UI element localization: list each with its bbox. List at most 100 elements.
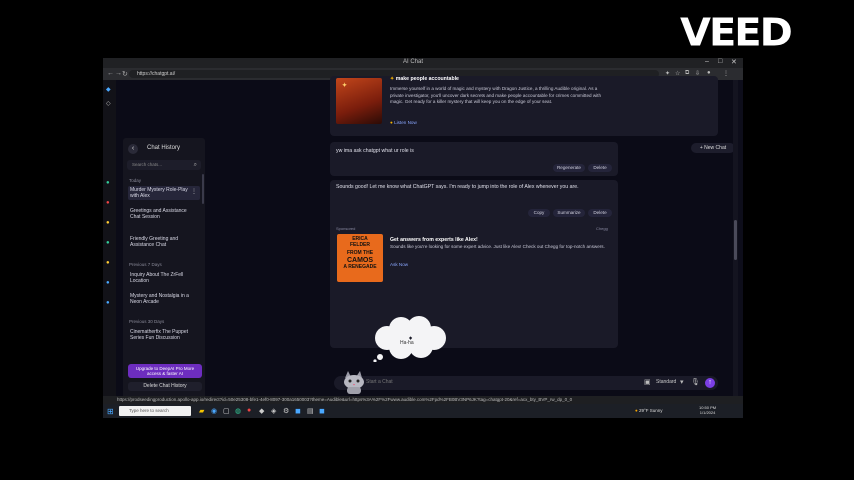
sidebar-app-icon[interactable]: ● xyxy=(106,240,110,246)
book-cover-image[interactable]: ERICA FELDER FROM THE CAMOS A RENEGADE xyxy=(337,234,383,282)
ad-body: Immerse yourself in a world of magic and… xyxy=(390,86,602,104)
app-icon[interactable]: ◈ xyxy=(271,407,276,415)
veed-watermark: VEED xyxy=(680,11,793,55)
windows-start-icon[interactable]: ⊞ xyxy=(107,407,114,416)
chevron-down-icon[interactable]: ▾ xyxy=(680,378,684,386)
history-item[interactable]: Greetings and Assistance Chat Session xyxy=(128,207,200,221)
history-item[interactable]: Mystery and Nostalgia in a Neon Arcade xyxy=(128,292,200,306)
chat-page: ‹ Chat History Search chats... ⌕ Today M… xyxy=(116,76,738,406)
cover-text: ERICA FELDER FROM THE CAMOS A RENEGADE xyxy=(341,236,379,270)
maximize-icon[interactable]: □ xyxy=(718,58,722,65)
cover-line: FELDER xyxy=(350,241,370,248)
delete-history-button[interactable]: Delete Chat History xyxy=(128,382,202,391)
ad-body: Sounds like you're looking for some expe… xyxy=(390,244,605,249)
browser-sidebar: ◆ ◇ ● ● ● ● ● ● ● xyxy=(103,80,116,406)
delete-button[interactable]: Delete xyxy=(588,209,612,217)
status-url: https://prodseedingproduction.apollo-app… xyxy=(103,396,743,404)
history-item-label: Murder Mystery Role-Play with Alex xyxy=(130,187,188,199)
history-item[interactable]: Friendly Greeting and Assistance Chat xyxy=(128,235,200,249)
reload-icon[interactable]: ↻ xyxy=(122,70,128,78)
user-message-text: yw ima ask chatgpt what ur role is xyxy=(336,148,414,154)
sidebar-app-icon[interactable]: ● xyxy=(106,180,110,186)
section-label: Previous 30 Days xyxy=(129,319,165,324)
new-chat-button[interactable]: + New Chat xyxy=(691,143,735,153)
history-item[interactable]: Cinematherfix The Puppet Series Fun Disc… xyxy=(128,328,200,342)
regenerate-button[interactable]: Regenerate xyxy=(553,164,585,172)
bubble-text: Ha-ha xyxy=(400,340,414,346)
edge-icon[interactable]: ◉ xyxy=(211,407,217,415)
chat-input-bar: Start a Chat ▣ Standard ▾ 🎙 ↑ xyxy=(334,376,718,390)
microphone-icon[interactable]: 🎙 xyxy=(691,378,700,386)
upgrade-button[interactable]: Upgrade to DeepAI Pro More access & fast… xyxy=(128,364,202,378)
user-message: yw ima ask chatgpt what ur role is Regen… xyxy=(330,142,618,176)
title-bar: AI Chat – □ ✕ xyxy=(103,58,743,68)
book-cover-image[interactable]: ✦ xyxy=(336,78,382,124)
more-options-icon[interactable]: ⋮ xyxy=(191,189,197,195)
sidebar-app-icon[interactable]: ● xyxy=(106,260,110,266)
cover-art: ✦ xyxy=(342,83,348,89)
taskbar: ⊞ Type here to search ▰ ◉ ▢ ◍ ● ◆ ◈ ⚙ ◼ … xyxy=(103,404,743,418)
ad-link[interactable]: Ask Now xyxy=(390,262,408,267)
history-item[interactable]: Inquiry About The ZrFell Location xyxy=(128,271,200,285)
sidebar-app-icon[interactable]: ● xyxy=(106,200,110,206)
delete-button[interactable]: Delete xyxy=(588,164,612,172)
clock[interactable]: 10:50 PM 1/1/2024 xyxy=(699,405,716,415)
sponsored-card: ✦ ✦ make people accountable Immerse your… xyxy=(330,76,718,136)
image-icon[interactable]: ▣ xyxy=(644,378,651,386)
thought-bubble xyxy=(373,316,446,362)
back-arrow-icon[interactable]: ‹ xyxy=(128,144,138,154)
tab-title[interactable]: AI Chat xyxy=(403,59,423,65)
page-scrollbar[interactable] xyxy=(733,80,738,406)
chat-history-title: Chat History xyxy=(147,145,181,151)
ad-link[interactable]: ● Listen Now xyxy=(390,120,417,125)
sidebar-app-icon[interactable]: ● xyxy=(106,280,110,286)
file-explorer-icon[interactable]: ▰ xyxy=(199,407,204,415)
sidebar-app-icon[interactable]: ◇ xyxy=(106,100,111,107)
chat-history-panel: ‹ Chat History Search chats... ⌕ Today M… xyxy=(123,138,205,400)
forward-icon[interactable]: → xyxy=(115,70,122,77)
ad-title-text: make people accountable xyxy=(395,76,459,82)
ad-source-label: Chegg xyxy=(596,226,608,231)
sidebar-app-icon[interactable]: ● xyxy=(106,220,110,226)
close-icon[interactable]: ✕ xyxy=(731,58,737,66)
minimize-icon[interactable]: – xyxy=(705,58,709,65)
app-icon[interactable]: ● xyxy=(247,407,251,414)
back-icon[interactable]: ← xyxy=(107,70,114,77)
sidebar-app-icon[interactable]: ● xyxy=(106,300,110,306)
taskview-icon[interactable]: ▢ xyxy=(223,407,230,415)
ad-link-text: Listen Now xyxy=(394,120,417,125)
copy-button[interactable]: Copy xyxy=(528,209,550,217)
app-icon[interactable]: ◆ xyxy=(259,407,264,415)
scrollbar-thumb[interactable] xyxy=(734,220,737,260)
settings-icon[interactable]: ⚙ xyxy=(283,407,289,415)
ad-title: Get answers from experts like Alex! xyxy=(390,237,478,243)
model-selector[interactable]: Standard xyxy=(656,379,676,385)
sponsored-label: Sponsored xyxy=(336,226,356,231)
app-icon[interactable]: ▤ xyxy=(307,407,314,415)
chrome-icon[interactable]: ◍ xyxy=(235,407,241,415)
send-button[interactable]: ↑ xyxy=(705,378,715,388)
search-icon: ⌕ xyxy=(193,162,197,168)
app-icon[interactable]: ◼ xyxy=(319,407,325,415)
browser-window: AI Chat – □ ✕ ← → ↻ https://chatgpt.ai/ … xyxy=(103,58,743,418)
summarize-button[interactable]: Summarize xyxy=(553,209,585,217)
clock-date: 1/1/2024 xyxy=(699,410,716,415)
section-label: Previous 7 Days xyxy=(129,262,162,267)
chat-search-input[interactable]: Search chats... ⌕ xyxy=(127,160,201,170)
screen-recording: VEED AI Chat – □ ✕ ← → ↻ https://chatgpt… xyxy=(0,0,854,480)
history-item[interactable]: Murder Mystery Role-Play with Alex ⋮ xyxy=(128,186,200,200)
sidebar-app-icon[interactable]: ◆ xyxy=(106,86,111,93)
chat-input[interactable]: Start a Chat xyxy=(366,379,393,385)
weather-widget[interactable]: ● 29°F Sunny xyxy=(635,408,663,413)
menu-icon[interactable]: ⋮ xyxy=(723,70,729,77)
ad-title: ✦ make people accountable xyxy=(390,76,459,82)
cover-line: A RENEGADE xyxy=(343,263,377,270)
chat-history-header: ‹ Chat History xyxy=(123,142,205,156)
app-icon[interactable]: ◼ xyxy=(295,407,301,415)
history-scrollbar[interactable] xyxy=(202,174,204,204)
search-placeholder: Search chats... xyxy=(132,162,163,167)
section-label: Today xyxy=(129,178,142,183)
weather-text: 29°F Sunny xyxy=(638,408,663,413)
assistant-message-text: Sounds good! Let me know what ChatGPT sa… xyxy=(336,184,579,190)
taskbar-search[interactable]: Type here to search xyxy=(119,406,191,416)
